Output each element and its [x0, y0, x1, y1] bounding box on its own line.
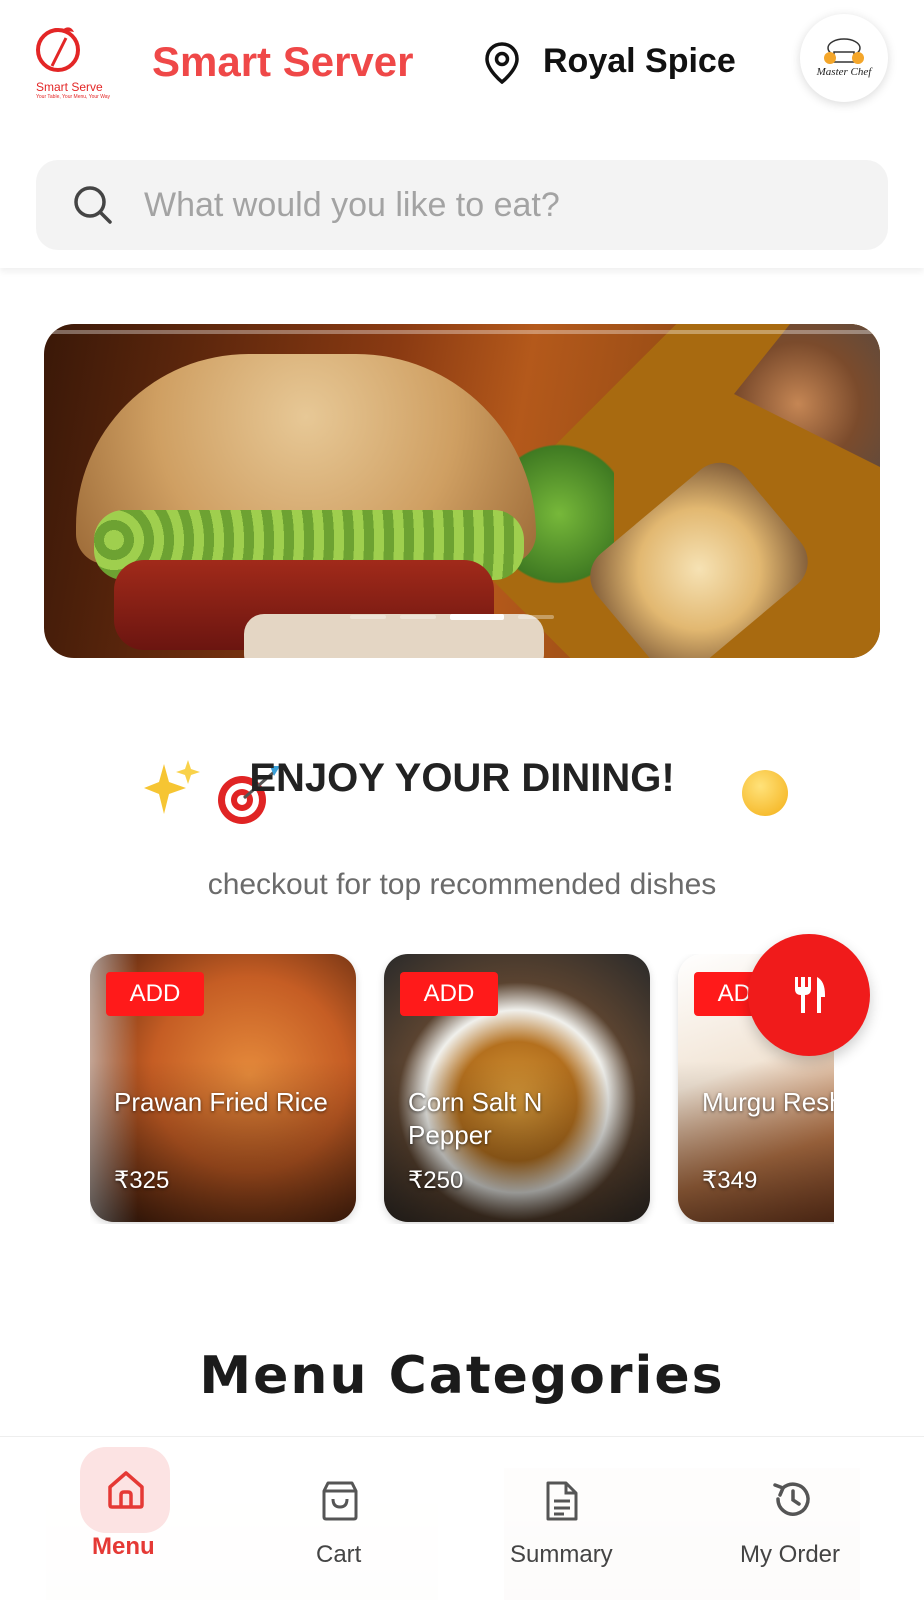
- banner-dot[interactable]: [350, 615, 386, 619]
- search-input[interactable]: [144, 174, 844, 236]
- dish-price: ₹250: [408, 1167, 464, 1194]
- banner-dot[interactable]: [400, 615, 436, 619]
- utensils-icon: [795, 977, 825, 1013]
- search-icon: [74, 186, 112, 224]
- avatar-text: Master Chef: [816, 66, 872, 78]
- add-to-cart-button[interactable]: ADD: [106, 972, 204, 1016]
- nav-label-cart: Cart: [316, 1541, 362, 1568]
- logo-text: Smart Serve: [36, 80, 103, 94]
- logo-tagline: Your Table, Your Menu, Your Way: [36, 94, 111, 100]
- history-icon: [773, 1482, 810, 1516]
- location-pin-icon: [485, 42, 519, 84]
- add-to-cart-button[interactable]: ADD: [400, 972, 498, 1016]
- nav-label-my-order: My Order: [740, 1541, 841, 1568]
- bottom-navigation: Menu Cart Summary My Order: [0, 1436, 924, 1600]
- profile-avatar[interactable]: Master Chef: [800, 14, 888, 102]
- search-bar[interactable]: [36, 160, 888, 250]
- dish-name: Murgu Reshmi Kabab: [702, 1087, 834, 1117]
- app-header: Smart Serve Your Table, Your Menu, Your …: [0, 0, 924, 268]
- shopping-bag-icon: [322, 1481, 358, 1521]
- menu-categories-title: Menu Categories: [199, 1346, 725, 1406]
- floating-menu-button[interactable]: [748, 934, 870, 1056]
- home-icon: [108, 1471, 144, 1509]
- dish-price: ₹325: [114, 1167, 170, 1194]
- dish-name: Prawan Fried Rice: [114, 1087, 328, 1117]
- promo-banner[interactable]: [44, 324, 880, 658]
- banner-pagination[interactable]: [350, 614, 554, 620]
- brand-title: Smart Server: [152, 38, 414, 85]
- recommended-dishes-carousel[interactable]: ADD Prawan Fried Rice ₹325 ADD Corn Salt…: [90, 954, 834, 1224]
- chef-hat-icon: [824, 38, 864, 64]
- banner-burger-bottom-image: [244, 614, 544, 658]
- banner-dot-active[interactable]: [450, 614, 504, 620]
- dish-price: ₹349: [702, 1167, 758, 1194]
- nav-label-summary: Summary: [510, 1541, 613, 1568]
- dish-card[interactable]: ADD Corn Salt N Pepper ₹250: [384, 954, 650, 1222]
- banner-dot[interactable]: [518, 615, 554, 619]
- intro-subtitle: checkout for top recommended dishes: [207, 868, 717, 901]
- restaurant-name[interactable]: Royal Spice: [543, 42, 736, 81]
- smiling-face-icon: [742, 770, 788, 816]
- dish-name: Corn Salt N Pepper: [408, 1087, 543, 1150]
- document-icon: [546, 1481, 578, 1521]
- nav-label-menu: Menu: [92, 1533, 155, 1560]
- dish-card[interactable]: ADD Prawan Fried Rice ₹325: [90, 954, 356, 1222]
- banner-frame-line: [50, 330, 874, 334]
